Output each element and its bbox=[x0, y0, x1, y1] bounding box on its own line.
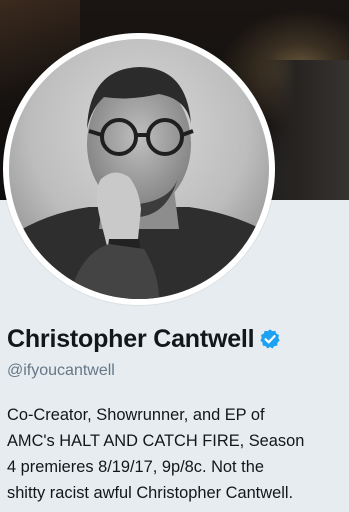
bio-line: shitty racist awful Christopher Cantwell… bbox=[7, 484, 294, 502]
bio-line: Co-Creator, Showrunner, and EP of bbox=[7, 406, 265, 424]
display-name[interactable]: Christopher Cantwell bbox=[7, 325, 255, 354]
verified-badge-icon bbox=[259, 328, 281, 350]
name-row: Christopher Cantwell bbox=[7, 322, 281, 356]
bio-line: 4 premieres 8/19/17, 9p/8c. Not the bbox=[7, 458, 264, 476]
profile-avatar[interactable] bbox=[3, 33, 275, 305]
user-handle[interactable]: @ifyoucantwell bbox=[7, 362, 115, 380]
profile-bio: Co-Creator, Showrunner, and EP of AMC's … bbox=[7, 402, 349, 506]
bio-line: AMC's HALT AND CATCH FIRE, Season bbox=[7, 432, 305, 450]
avatar-photo bbox=[9, 39, 269, 299]
profile-screen: Christopher Cantwell @ifyoucantwell Co-C… bbox=[0, 0, 349, 512]
